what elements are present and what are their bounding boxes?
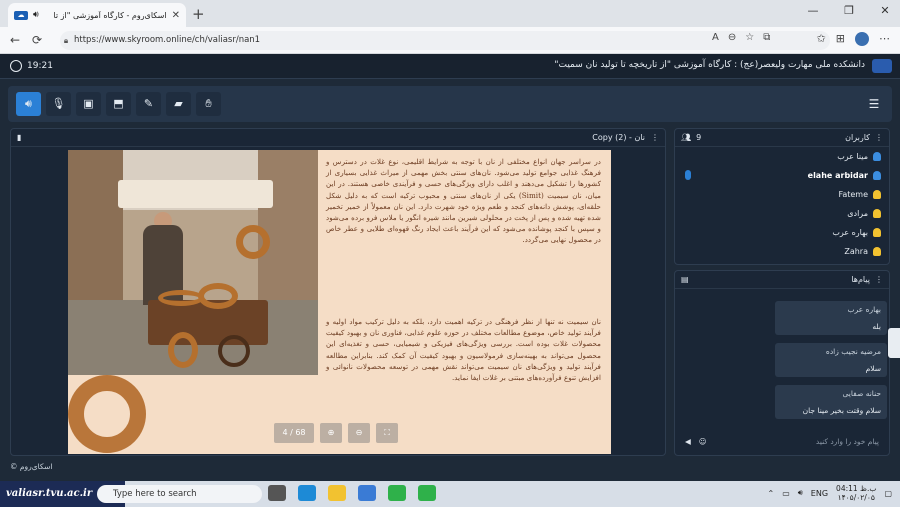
users-title: کاربران <box>845 133 870 142</box>
user-row[interactable]: بهاره عرب <box>675 223 889 242</box>
read-aloud-icon[interactable]: A <box>712 32 719 43</box>
minimize-icon[interactable]: — <box>806 4 820 17</box>
file-name: نان - (2) Copy <box>592 133 645 142</box>
user-row[interactable]: elahe arbidar <box>675 166 889 185</box>
users-panel: 👥︎ 9 ⋮ کاربران مینا عرب elahe arbidar Fa… <box>674 128 890 265</box>
user-icon <box>873 247 881 256</box>
slide: در سراسر جهان انواع مختلفی از نان با توج… <box>68 150 611 454</box>
taskbar-search[interactable]: Type here to search <box>97 485 262 503</box>
side-widget[interactable] <box>888 328 900 358</box>
user-row[interactable]: مرادی <box>675 204 889 223</box>
refresh-icon[interactable]: ⟳ <box>32 33 42 47</box>
system-tray: ⌃ ▭ 🔊︎ ENG 04:11 ب.ظ ۱۴۰۵/۰۲/۰۵ ▢ <box>767 484 892 502</box>
bagel-decoration <box>68 375 146 453</box>
extensions-icon[interactable]: ⧉ <box>763 32 770 43</box>
footer-brand: © اسکای‌روم <box>10 462 53 471</box>
presentation-panel: ▮ نان - (2) Copy ⋮ در سراسر جهان انواع م… <box>10 128 666 456</box>
user-row[interactable]: Zahra <box>675 242 889 261</box>
notification-icon[interactable]: ▢ <box>884 489 892 498</box>
file-icon[interactable]: ▮ <box>17 133 21 142</box>
collections-icon[interactable]: ⊞ <box>836 32 845 46</box>
network-icon[interactable]: ▭ <box>782 489 790 498</box>
shield-icon[interactable] <box>418 485 436 501</box>
edge-icon[interactable] <box>298 485 316 501</box>
shield-icon[interactable] <box>388 485 406 501</box>
raise-hand-icon[interactable]: ✋︎ <box>196 92 221 116</box>
store-icon[interactable] <box>358 485 376 501</box>
clock-icon <box>10 60 22 72</box>
browser-tab[interactable]: ☁ 🔊︎ اسکای‌روم - کارگاه آموزشی "از تا ✕ <box>8 3 186 27</box>
room-toolbar: 🔊︎ 🎙︎ ▣ ⬒ ✎ ▰ ✋︎ ☰ <box>8 86 892 122</box>
skyroom-icon: ☁ <box>14 10 28 20</box>
message-bubble: بهاره عرب بله <box>775 301 887 335</box>
slide-paragraph-2: نان سیمیت نه تنها از نظر فرهنگی در ترکیه… <box>326 317 601 383</box>
restore-icon[interactable]: ❐ <box>842 4 856 17</box>
favorites-bar-icon[interactable]: ✩ <box>817 32 826 46</box>
chat-icon: ▤ <box>681 275 689 284</box>
task-view-icon[interactable] <box>268 485 286 501</box>
user-icon <box>873 190 881 199</box>
emoji-icon[interactable]: ☺ <box>699 437 707 446</box>
brush-icon[interactable]: ✎ <box>136 92 161 116</box>
camera-off-icon[interactable]: ▣ <box>76 92 101 116</box>
file-explorer-icon[interactable] <box>328 485 346 501</box>
zoom-icon[interactable]: ⊖ <box>728 32 736 43</box>
folder-icon[interactable]: ▰ <box>166 92 191 116</box>
zoom-in-icon[interactable]: ⊕ <box>320 423 342 443</box>
screen-share-icon[interactable]: ⬒ <box>106 92 131 116</box>
message-bubble: حنانه صفایی سلام وقتت بخیر مینا جان <box>775 385 887 419</box>
user-icon <box>873 209 881 218</box>
messages-title: پیام‌ها <box>851 275 870 284</box>
user-row[interactable]: مینا عرب <box>675 147 889 166</box>
more-icon[interactable]: ⋯ <box>879 32 890 46</box>
menu-icon[interactable]: ☰ <box>862 92 886 116</box>
close-window-icon[interactable]: ✕ <box>878 4 892 17</box>
audio-icon[interactable]: 🔊︎ <box>33 10 39 20</box>
message-input[interactable]: ◀ ☺ پیام خود را وارد کنید <box>679 431 885 451</box>
volume-icon[interactable]: 🔊︎ <box>798 488 803 498</box>
panel-menu-icon[interactable]: ⋮ <box>875 133 883 142</box>
chevron-up-icon[interactable]: ⌃ <box>767 489 774 498</box>
app-header: 19:21 دانشکده ملی مهارت ولیعصر(عج) : کار… <box>0 54 900 79</box>
user-icon <box>873 152 881 161</box>
room-title: دانشکده ملی مهارت ولیعصر(عج) : کارگاه آم… <box>554 60 865 70</box>
close-tab-icon[interactable]: ✕ <box>172 10 180 21</box>
speaker-icon[interactable]: 🔊︎ <box>16 92 41 116</box>
panel-menu-icon[interactable]: ⋮ <box>651 133 659 142</box>
slide-paragraph-1: در سراسر جهان انواع مختلفی از نان با توج… <box>326 157 601 245</box>
user-row[interactable]: Fateme <box>675 185 889 204</box>
clock[interactable]: 04:11 ب.ظ ۱۴۰۵/۰۲/۰۵ <box>836 484 876 502</box>
panel-menu-icon[interactable]: ⋮ <box>875 275 883 284</box>
message-bubble: مرضیه نجیب زاده سلام <box>775 343 887 377</box>
address-bar: ← ⟳ 🔒︎ https://www.skyroom.online/ch/val… <box>0 27 900 54</box>
back-icon[interactable]: ← <box>10 33 20 47</box>
users-count: 9 <box>696 133 702 142</box>
new-tab-button[interactable]: + <box>192 5 205 23</box>
skyroom-logo <box>872 59 892 73</box>
lock-icon: 🔒︎ <box>63 36 69 45</box>
mic-active-icon <box>685 170 691 180</box>
zoom-out-icon[interactable]: ⊖ <box>348 423 370 443</box>
fullscreen-icon[interactable]: ⛶ <box>376 423 398 443</box>
messages-panel: ▤ ⋮ پیام‌ها بهاره عرب بله مرضیه نجیب زاد… <box>674 270 890 456</box>
user-icon <box>873 228 881 237</box>
favorite-icon[interactable]: ☆ <box>745 32 754 43</box>
page-indicator[interactable]: 4 / 68 <box>274 423 314 443</box>
mic-icon[interactable]: 🎙︎ <box>46 92 71 116</box>
users-icon: 👥︎ <box>681 133 692 142</box>
profile-avatar[interactable] <box>855 32 869 46</box>
user-icon <box>873 171 881 180</box>
language-indicator[interactable]: ENG <box>811 489 828 498</box>
session-time: 19:21 <box>27 61 53 71</box>
slide-controls: 4 / 68 ⊕ ⊖ ⛶ <box>274 423 398 443</box>
simit-vendor-image <box>68 150 318 375</box>
browser-tab-bar: ☁ 🔊︎ اسکای‌روم - کارگاه آموزشی "از تا ✕ … <box>0 0 900 27</box>
send-icon[interactable]: ◀ <box>685 437 691 446</box>
tab-title: اسکای‌روم - کارگاه آموزشی "از تا <box>53 10 167 20</box>
